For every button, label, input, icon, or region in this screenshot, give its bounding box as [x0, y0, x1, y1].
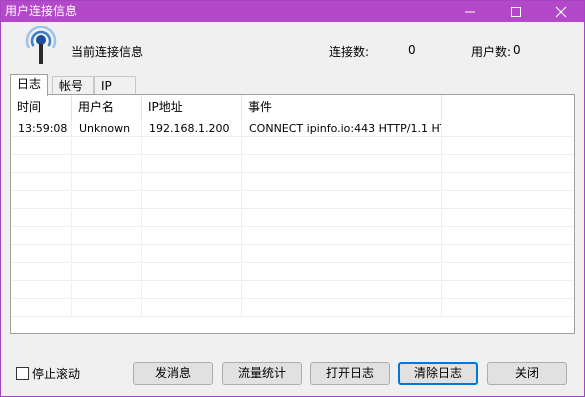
- tab-ip[interactable]: IP: [94, 76, 136, 95]
- maximize-icon: [511, 6, 521, 17]
- stop-scroll-toggle[interactable]: 停止滚动: [16, 365, 80, 382]
- users-count: 0: [513, 43, 521, 57]
- empty-row: [11, 174, 574, 191]
- column-header-event[interactable]: 事件: [242, 95, 442, 120]
- title-bar: 用户连接信息: [1, 1, 584, 22]
- tab-account-label: 帐号: [59, 79, 84, 93]
- connections-count: 0: [408, 43, 416, 57]
- window-title: 用户连接信息: [5, 4, 78, 18]
- cell-ip: 192.168.1.200: [142, 120, 242, 137]
- empty-row: [11, 246, 574, 263]
- maximize-button[interactable]: [493, 1, 539, 22]
- footer-bar: 停止滚动 发消息 流量统计 打开日志 清除日志 关闭: [1, 341, 584, 397]
- empty-row: [11, 228, 574, 245]
- log-list[interactable]: 时间 用户名 IP地址 事件 13:59:08 Unknown 192.168.…: [10, 94, 575, 334]
- close-window-button[interactable]: [538, 1, 584, 22]
- tab-log-label: 日志: [17, 77, 42, 91]
- list-header: 时间 用户名 IP地址 事件: [11, 95, 574, 120]
- stop-scroll-label: 停止滚动: [32, 367, 81, 381]
- close-button[interactable]: 关闭: [487, 362, 567, 385]
- empty-row: [11, 300, 574, 317]
- empty-row: [11, 192, 574, 209]
- antenna-signal-icon: [25, 26, 57, 64]
- users-label: 用户数:: [471, 45, 512, 59]
- empty-row: [11, 264, 574, 281]
- column-header-time[interactable]: 时间: [11, 95, 72, 120]
- close-icon: [555, 6, 567, 17]
- send-message-button[interactable]: 发消息: [133, 362, 213, 385]
- empty-row: [11, 138, 574, 155]
- empty-row: [11, 210, 574, 227]
- table-row[interactable]: 13:59:08 Unknown 192.168.1.200 CONNECT i…: [11, 120, 574, 137]
- tab-ip-label: IP: [101, 79, 112, 93]
- stop-scroll-checkbox[interactable]: [16, 367, 29, 380]
- traffic-stats-button[interactable]: 流量统计: [222, 362, 302, 385]
- connection-header: 当前连接信息 连接数: 0 用户数: 0: [1, 22, 584, 73]
- cell-event: CONNECT ipinfo.io:443 HTTP/1.1 HT...: [242, 120, 442, 137]
- minimize-icon: [465, 11, 475, 12]
- app-window: 用户连接信息 当前连接信息 连接数: 0 用户数: 0 日志 帐号 IP 时间 …: [0, 0, 585, 397]
- empty-row: [11, 156, 574, 173]
- cell-time: 13:59:08: [11, 120, 72, 137]
- minimize-button[interactable]: [447, 1, 493, 22]
- empty-row: [11, 282, 574, 299]
- tab-log[interactable]: 日志: [10, 74, 48, 96]
- column-header-username[interactable]: 用户名: [72, 95, 142, 120]
- tab-account[interactable]: 帐号: [52, 76, 94, 95]
- column-header-ip[interactable]: IP地址: [142, 95, 242, 120]
- open-log-button[interactable]: 打开日志: [310, 362, 390, 385]
- current-connection-heading: 当前连接信息: [71, 45, 144, 59]
- connections-label: 连接数:: [329, 45, 370, 59]
- clear-log-button[interactable]: 清除日志: [398, 362, 478, 385]
- cell-username: Unknown: [72, 120, 142, 137]
